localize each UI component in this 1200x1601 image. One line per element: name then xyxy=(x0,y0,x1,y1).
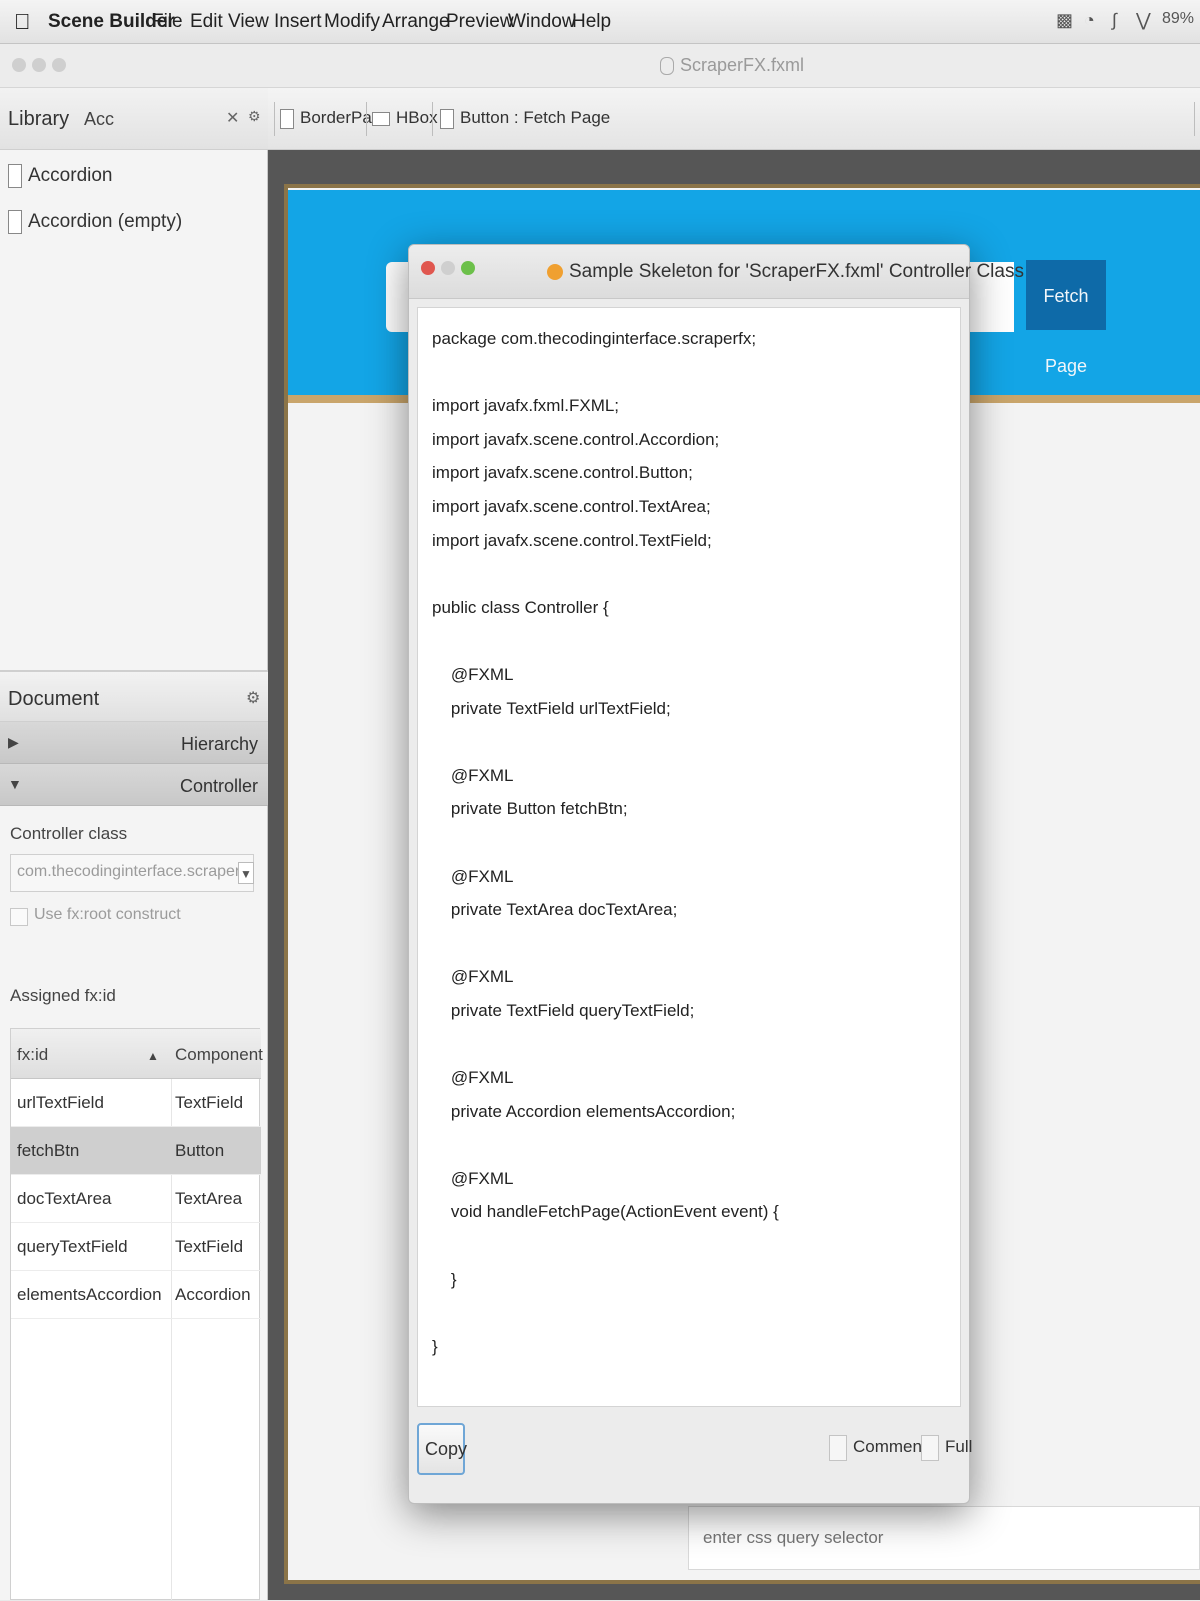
document-menu-icon[interactable]: ⚙ xyxy=(246,688,260,708)
library-label: Library xyxy=(8,108,70,130)
menu-edit[interactable]: Edit xyxy=(190,11,223,33)
menu-modify[interactable]: Modify xyxy=(324,11,380,33)
copy-button[interactable]: Copy xyxy=(417,1423,467,1475)
dialog-title: Sample Skeleton for 'ScraperFX.fxml' Con… xyxy=(547,261,1024,283)
breadcrumb-divider xyxy=(274,102,275,136)
breadcrumb-divider xyxy=(432,102,433,136)
chevron-down-icon: ▼ xyxy=(8,776,22,792)
window-title: ScraperFX.fxml xyxy=(660,55,804,76)
section-controller[interactable]: ▼ Controller xyxy=(0,764,268,806)
table-row[interactable]: docTextArea TextArea xyxy=(11,1175,261,1223)
document-icon xyxy=(660,57,674,76)
window-zoom-button[interactable] xyxy=(52,58,66,72)
menu-insert[interactable]: Insert xyxy=(274,11,322,33)
button-icon xyxy=(440,108,454,129)
breadcrumb-button[interactable]: Button : Fetch Page xyxy=(440,108,610,129)
menu-bar:  Scene Builder File Edit View Insert Mo… xyxy=(0,0,1200,44)
table-row[interactable]: fetchBtn Button xyxy=(11,1127,261,1175)
sort-icon[interactable]: ▲ xyxy=(147,1049,159,1063)
column-fxid[interactable]: fx:id xyxy=(17,1045,48,1065)
tray-wifi-icon[interactable]: ⋁ xyxy=(1136,10,1151,31)
assigned-fxid-label: Assigned fx:id xyxy=(10,986,116,1005)
tray-lock-icon[interactable]: ▩ xyxy=(1056,10,1073,31)
window-title-text: ScraperFX.fxml xyxy=(680,55,805,75)
assigned-fxid-table: fx:id ▲ Component urlTextField TextField… xyxy=(10,1028,263,1601)
battery-percent: 89% xyxy=(1162,10,1195,27)
window-minimize-button[interactable] xyxy=(32,58,46,72)
controller-skeleton-dialog: Sample Skeleton for 'ScraperFX.fxml' Con… xyxy=(408,244,1024,1504)
comments-checkbox[interactable] xyxy=(829,1435,847,1461)
breadcrumb-divider xyxy=(366,102,367,136)
borderpane-icon xyxy=(280,108,294,129)
accordion-icon xyxy=(8,210,22,234)
breadcrumb-hbox[interactable]: HBox xyxy=(372,108,438,128)
fetch-page-button[interactable]: Fetch Page xyxy=(1026,260,1106,376)
menu-view[interactable]: View xyxy=(228,11,269,33)
breadcrumb-divider xyxy=(1194,102,1195,136)
library-search-input[interactable] xyxy=(76,102,238,136)
use-fx-root-checkbox[interactable] xyxy=(10,908,28,926)
document-header: Document ⚙ xyxy=(0,670,268,722)
document-label: Document xyxy=(8,688,100,710)
clear-search-icon[interactable]: ✕ xyxy=(226,108,239,128)
scenebuilder-icon xyxy=(547,263,563,280)
chevron-right-icon: ▶ xyxy=(8,734,19,750)
column-component[interactable]: Component xyxy=(175,1045,263,1065)
menu-help[interactable]: Help xyxy=(572,11,611,33)
breadcrumb: BorderPane HBox Button : Fetch Page xyxy=(268,88,1200,150)
apple-icon[interactable]:  xyxy=(14,9,31,35)
controller-class-label: Controller class xyxy=(10,824,128,843)
table-row[interactable]: elementsAccordion Accordion xyxy=(11,1271,261,1319)
controller-class-field[interactable]: com.thecodinginterface.scraperfx.Control… xyxy=(10,854,254,892)
accordion-icon xyxy=(8,164,22,188)
code-text-area[interactable]: package com.thecodinginterface.scraperfx… xyxy=(417,307,961,1407)
tray-clock-icon[interactable]: ◔ xyxy=(1084,10,1095,31)
library-menu-icon[interactable]: ⚙ xyxy=(248,108,261,125)
preview-url-field-edge[interactable] xyxy=(386,262,408,332)
hbox-icon xyxy=(372,111,390,126)
menu-file[interactable]: File xyxy=(152,11,183,33)
css-query-input[interactable] xyxy=(688,1506,1200,1570)
dialog-title-bar: Sample Skeleton for 'ScraperFX.fxml' Con… xyxy=(409,245,1024,299)
left-panel: Library ✕ ⚙ Accordion Accordion (empty) … xyxy=(0,88,268,1601)
table-row[interactable]: queryTextField TextField xyxy=(11,1223,261,1271)
window-close-button[interactable] xyxy=(12,58,26,72)
dropdown-caret-icon[interactable]: ▼ xyxy=(238,862,254,884)
code-content: package com.thecodinginterface.scraperfx… xyxy=(432,329,779,1356)
full-label: Full xyxy=(945,1437,973,1456)
library-item-accordion-empty[interactable]: Accordion (empty) xyxy=(8,210,182,234)
tray-bluetooth-icon[interactable]: ∫ xyxy=(1112,10,1117,31)
menu-arrange[interactable]: Arrange xyxy=(382,11,450,33)
window-title-bar: ScraperFX.fxml xyxy=(0,44,1200,88)
section-hierarchy[interactable]: ▶ Hierarchy xyxy=(0,722,268,764)
menu-preview[interactable]: Preview xyxy=(446,11,514,33)
table-row[interactable]: urlTextField TextField xyxy=(11,1079,261,1127)
table-header: fx:id ▲ Component xyxy=(11,1029,263,1079)
dialog-zoom-button[interactable] xyxy=(461,261,475,275)
library-item-accordion[interactable]: Accordion xyxy=(8,164,113,188)
dialog-minimize-button[interactable] xyxy=(441,261,455,275)
library-header: Library ✕ ⚙ xyxy=(0,88,268,150)
full-checkbox[interactable] xyxy=(921,1435,939,1461)
dialog-close-button[interactable] xyxy=(421,261,435,275)
use-fx-root-label: Use fx:root construct xyxy=(34,906,181,923)
menu-window[interactable]: Window xyxy=(508,11,576,33)
